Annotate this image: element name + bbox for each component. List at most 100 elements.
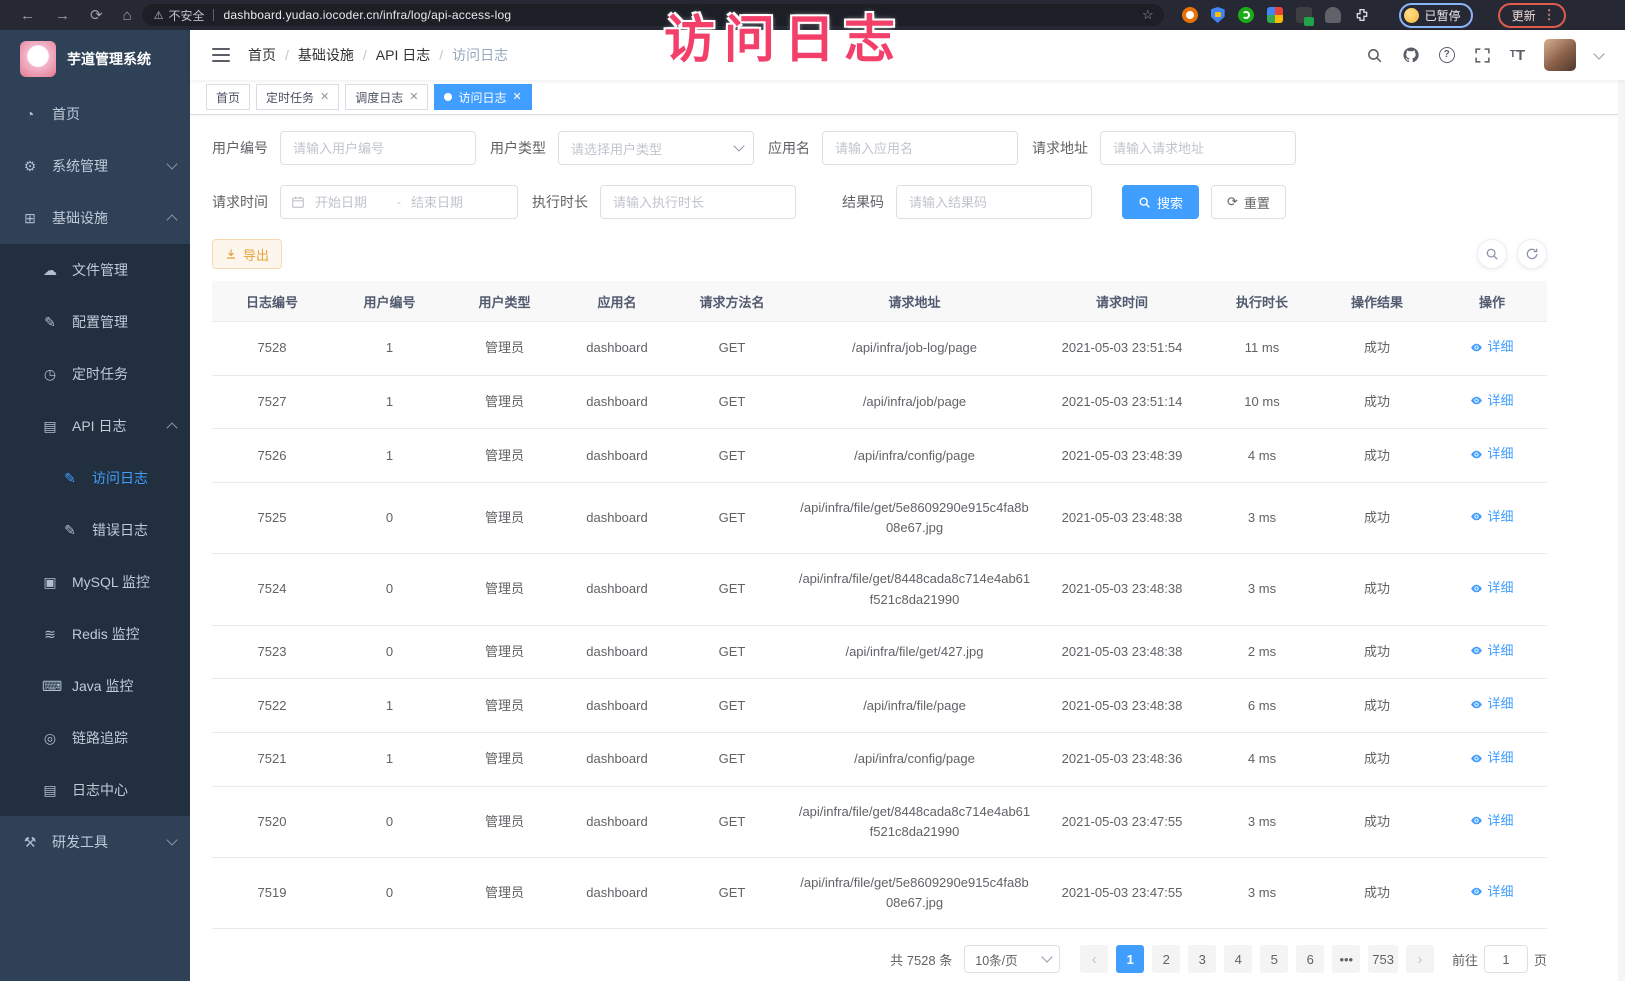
avatar[interactable] — [1544, 39, 1576, 71]
user-type-select[interactable]: 请选择用户类型 — [558, 131, 754, 165]
sidebar-item-java-monitor[interactable]: ⌨ Java 监控 — [0, 660, 190, 712]
chevron-down-icon[interactable] — [1593, 48, 1604, 59]
extension-icon[interactable] — [1267, 7, 1283, 23]
sidebar-item-access-log[interactable]: ✎ 访问日志 — [0, 452, 190, 504]
font-size-icon[interactable]: TT — [1510, 48, 1525, 63]
request-url-input[interactable] — [1100, 131, 1296, 165]
extension-icon[interactable] — [1325, 7, 1341, 23]
github-icon[interactable] — [1402, 46, 1420, 64]
tab-job-log[interactable]: 调度日志 ✕ — [345, 84, 428, 110]
shield-extension-icon[interactable] — [1211, 7, 1225, 23]
page-number-button[interactable]: 753 — [1368, 945, 1398, 973]
extensions-puzzle-icon[interactable] — [1354, 7, 1370, 23]
sidebar-toggle-icon[interactable] — [212, 48, 230, 62]
sidebar-item-redis-monitor[interactable]: ≋ Redis 监控 — [0, 608, 190, 660]
detail-link[interactable]: 详细 — [1470, 444, 1513, 464]
duration-cell: 3 ms — [1207, 554, 1317, 625]
detail-link[interactable]: 详细 — [1470, 391, 1513, 411]
sidebar-item-home[interactable]: ◔ 首页 — [0, 88, 190, 140]
search-icon[interactable] — [1366, 47, 1383, 64]
close-icon[interactable]: ✕ — [513, 92, 522, 103]
toggle-search-button[interactable] — [1477, 239, 1507, 269]
request-url-cell: /api/infra/job-log/page — [792, 322, 1037, 376]
page-number-button[interactable]: 5 — [1260, 945, 1288, 973]
prev-page-button[interactable]: ‹ — [1080, 945, 1108, 973]
app-logo-row[interactable]: 芋道管理系统 — [0, 30, 190, 88]
profile-paused-badge[interactable]: 已暂停 — [1399, 3, 1473, 28]
detail-link[interactable]: 详细 — [1470, 578, 1513, 598]
sidebar-item-trace[interactable]: ◎ 链路追踪 — [0, 712, 190, 764]
duration-cell: 11 ms — [1207, 322, 1317, 376]
sidebar-item-system[interactable]: ⚙ 系统管理 — [0, 140, 190, 192]
detail-link[interactable]: 详细 — [1470, 641, 1513, 661]
address-bar[interactable]: ⚠ 不安全 dashboard.yudao.iocoder.cn/infra/l… — [142, 4, 1164, 26]
home-icon[interactable]: ⌂ — [123, 8, 132, 23]
breadcrumb-home[interactable]: 首页 — [248, 45, 276, 65]
search-button[interactable]: 搜索 — [1122, 185, 1199, 219]
goto-page-input[interactable] — [1484, 945, 1528, 973]
page-number-button[interactable]: 6 — [1296, 945, 1324, 973]
breadcrumb-infra[interactable]: 基础设施 — [298, 45, 354, 65]
sidebar-item-log-center[interactable]: ▤ 日志中心 — [0, 764, 190, 816]
tab-home[interactable]: 首页 — [206, 84, 250, 110]
close-icon[interactable]: ✕ — [320, 92, 329, 103]
scrollbar[interactable] — [1618, 30, 1625, 981]
back-icon[interactable]: ← — [20, 8, 35, 23]
app-name-input[interactable] — [822, 131, 1018, 165]
url-text[interactable]: dashboard.yudao.iocoder.cn/infra/log/api… — [224, 8, 512, 22]
page-number-button[interactable]: 4 — [1224, 945, 1252, 973]
date-range-picker[interactable]: - — [280, 185, 518, 219]
sidebar-item-mysql-monitor[interactable]: ▣ MySQL 监控 — [0, 556, 190, 608]
toolbox-icon: ⚒ — [22, 834, 38, 851]
duration-input[interactable] — [600, 185, 796, 219]
user-id-input[interactable] — [280, 131, 476, 165]
extension-icon[interactable] — [1238, 7, 1254, 23]
bookmark-star-icon[interactable]: ☆ — [1142, 7, 1154, 23]
log-id-cell: 7526 — [212, 429, 332, 483]
page-number-button[interactable]: 2 — [1152, 945, 1180, 973]
tab-access-log[interactable]: 访问日志 ✕ — [434, 84, 531, 110]
forward-icon[interactable]: → — [55, 8, 70, 23]
detail-link[interactable]: 详细 — [1470, 748, 1513, 768]
log-id-cell: 7524 — [212, 554, 332, 625]
sidebar-item-config-management[interactable]: ✎ 配置管理 — [0, 296, 190, 348]
security-label[interactable]: 不安全 — [169, 7, 205, 24]
request-url-cell: /api/infra/config/page — [792, 429, 1037, 483]
tab-scheduled-tasks[interactable]: 定时任务 ✕ — [256, 84, 339, 110]
detail-link[interactable]: 详细 — [1470, 337, 1513, 357]
page-size-select[interactable]: 10条/页 — [964, 945, 1060, 973]
page-number-button[interactable]: 3 — [1188, 945, 1216, 973]
breadcrumb-api-log[interactable]: API 日志 — [376, 45, 430, 65]
refresh-button[interactable] — [1517, 239, 1547, 269]
result-code-input[interactable] — [896, 185, 1092, 219]
detail-link[interactable]: 详细 — [1470, 882, 1513, 902]
detail-link[interactable]: 详细 — [1470, 694, 1513, 714]
export-button[interactable]: 导出 — [212, 239, 282, 269]
chevron-down-icon — [1042, 952, 1053, 963]
help-icon[interactable]: ? — [1439, 47, 1455, 63]
browser-update-button[interactable]: 更新 ⋮ — [1498, 3, 1566, 28]
extension-icon[interactable] — [1182, 7, 1198, 23]
start-date-input[interactable] — [313, 194, 389, 211]
sidebar-item-file-management[interactable]: ☁ 文件管理 — [0, 244, 190, 296]
sidebar-item-scheduled-tasks[interactable]: ◷ 定时任务 — [0, 348, 190, 400]
duration-cell: 4 ms — [1207, 733, 1317, 787]
close-icon[interactable]: ✕ — [409, 92, 418, 103]
next-page-button[interactable]: › — [1406, 945, 1434, 973]
sidebar-item-api-log[interactable]: ▤ API 日志 — [0, 400, 190, 452]
duration-cell: 6 ms — [1207, 679, 1317, 733]
sidebar-item-infra[interactable]: ⊞ 基础设施 — [0, 192, 190, 244]
result-cell: 成功 — [1317, 679, 1437, 733]
page-number-button[interactable]: 1 — [1116, 945, 1144, 973]
reload-icon[interactable]: ⟳ — [90, 8, 103, 23]
fullscreen-icon[interactable] — [1474, 47, 1491, 64]
reset-button[interactable]: ⟳ 重置 — [1211, 185, 1286, 219]
extension-icon[interactable] — [1296, 7, 1312, 23]
browser-menu-icon[interactable]: ⋮ — [1543, 7, 1556, 23]
sidebar-item-error-log[interactable]: ✎ 错误日志 — [0, 504, 190, 556]
detail-link[interactable]: 详细 — [1470, 811, 1513, 831]
end-date-input[interactable] — [409, 194, 485, 211]
detail-link[interactable]: 详细 — [1470, 507, 1513, 527]
page-number-button[interactable]: ••• — [1332, 945, 1360, 973]
sidebar-item-dev-tools[interactable]: ⚒ 研发工具 — [0, 816, 190, 868]
